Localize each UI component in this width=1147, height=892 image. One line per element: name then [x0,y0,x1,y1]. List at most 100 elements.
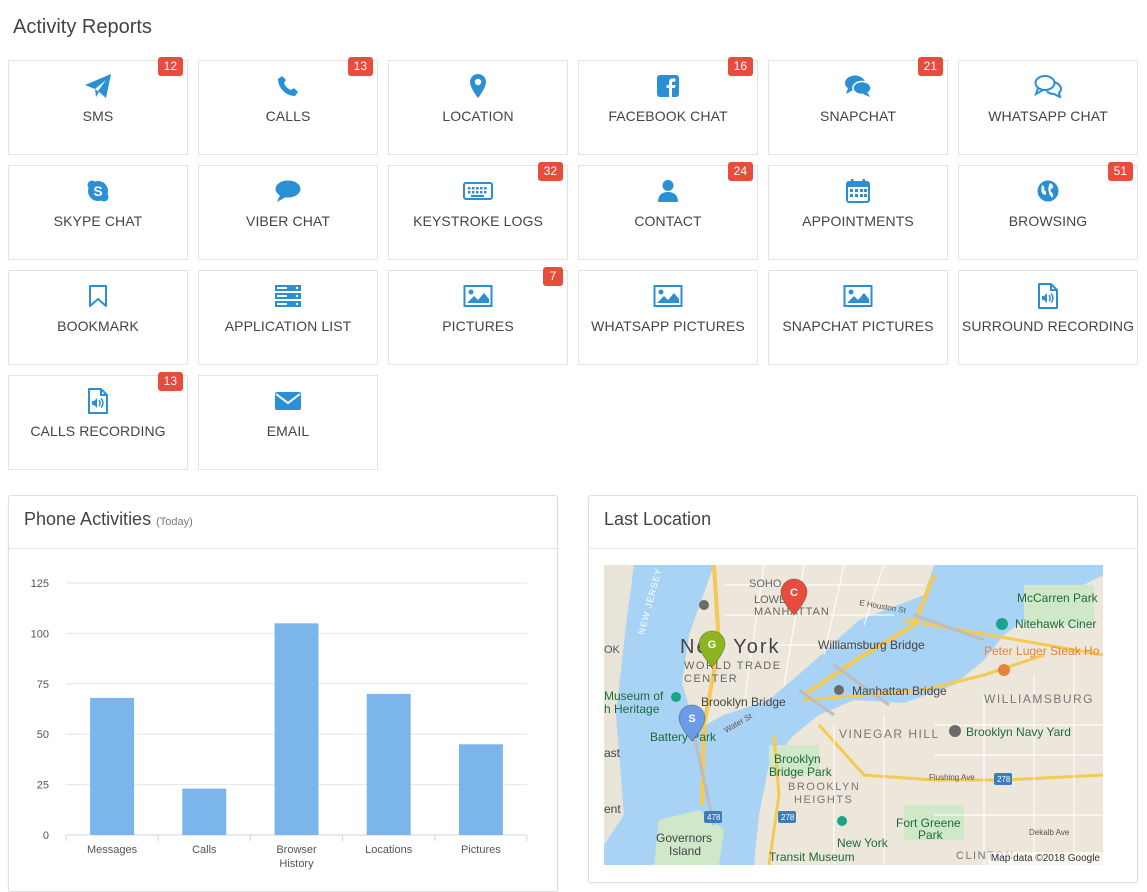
count-badge: 16 [727,57,753,76]
phone-activities-panel: Phone Activities (Today) 0 25 50 75 100 125 Me… [8,495,558,892]
map-label-brooklyn-bridge: Brooklyn Bridge [701,695,786,709]
tile-label: SNAPCHAT [820,108,896,124]
map-marker-icon [389,72,567,100]
tile-skype-chat[interactable]: S SKYPE CHAT [8,165,188,260]
tile-surround-recording[interactable]: SURROUND RECORDING [958,270,1138,365]
tile-label: WHATSAPP CHAT [988,108,1108,124]
count-badge: 24 [727,162,753,181]
map-label-peter-luger: Peter Luger Steak Ho [984,644,1100,658]
map-label-dekalb: Dekalb Ave [1029,828,1070,837]
tile-viber-chat[interactable]: VIBER CHAT [198,165,378,260]
map-label-museum: Museum of [604,689,664,703]
tile-location[interactable]: LOCATION [388,60,568,155]
tile-label: SNAPCHAT PICTURES [782,318,934,334]
bar-messages [90,697,135,835]
x-tick-label: Messages [87,844,138,856]
map-label-bb-park-1: Brooklyn [774,752,821,766]
tile-calls-recording[interactable]: CALLS RECORDING 13 [8,372,188,470]
count-badge: 13 [347,57,373,76]
tile-keystroke-logs[interactable]: KEYSTROKE LOGS 32 [388,162,568,260]
tile-appointments[interactable]: APPOINTMENTS [768,165,948,260]
image-icon [579,282,757,310]
tile-label: LOCATION [442,108,514,124]
tile-label: SURROUND RECORDING [961,318,1135,334]
count-badge: 32 [537,162,563,181]
tile-whatsapp-chat[interactable]: WHATSAPP CHAT [958,60,1138,155]
bar-pictures [458,744,503,835]
map-label-left-ent: ent [604,802,621,816]
map-route-278-b: 278 [997,775,1011,784]
tile-application-list[interactable]: APPLICATION LIST [198,270,378,365]
tile-whatsapp-pictures[interactable]: WHATSAPP PICTURES [578,270,758,365]
tile-label: APPLICATION LIST [224,318,352,334]
tile-label: PICTURES [442,318,514,334]
map-label-williamsburg: WILLIAMSBURG [984,692,1094,706]
tile-snapchat-pictures[interactable]: SNAPCHAT PICTURES [768,270,948,365]
phone-icon [199,72,377,100]
map-label-transit-1: New York [837,836,889,850]
phone-activities-subtitle: (Today) [156,516,193,528]
map-attribution: Map data ©2018 Google [987,852,1103,865]
svg-text:S: S [93,183,102,199]
tile-label: FACEBOOK CHAT [608,108,728,124]
map-label-fort-greene-2: Park [918,828,944,842]
map-label-navy-yard: Brooklyn Navy Yard [966,725,1071,739]
tile-browsing[interactable]: BROWSING 51 [958,162,1138,260]
map-label-transit-2: Transit Museum [769,850,855,864]
phone-activities-title: Phone Activities [24,509,152,529]
audio-file-icon [959,282,1137,310]
map-label-center: CENTER [684,673,738,685]
comment-icon [199,177,377,205]
bookmark-icon [9,282,187,310]
tile-snapchat[interactable]: SNAPCHAT 21 [768,57,948,155]
map-label-nitehawk: Nitehawk Ciner [1015,617,1096,631]
map-label-left-ast: ast [604,746,621,760]
map-label-bk-heights-1: BROOKLYN [788,781,860,793]
image-icon [769,282,947,310]
tile-label: SKYPE CHAT [53,213,143,229]
map-label-flushing: Flushing Ave [929,773,975,782]
y-tick-label: 125 [31,578,49,590]
x-tick-label: Calls [192,844,217,856]
tile-label: VIBER CHAT [246,213,330,229]
map-label-bk-heights-2: HEIGHTS [794,794,853,806]
tile-label: CALLS RECORDING [30,423,166,439]
marker-letter: G [708,639,717,651]
y-tick-label: 25 [37,780,49,792]
tile-pictures[interactable]: PICTURES 7 [388,267,568,365]
count-badge: 21 [917,57,943,76]
last-location-panel: Last Location SOHO LOWER New York WORLD … [588,495,1138,883]
tile-bookmark[interactable]: BOOKMARK [8,270,188,365]
skype-icon: S [9,177,187,205]
bar-calls [182,788,227,835]
tile-label: KEYSTROKE LOGS [413,213,543,229]
y-tick-label: 0 [43,830,49,842]
tile-label: BROWSING [1008,213,1088,229]
count-badge: 13 [157,372,183,391]
location-map[interactable]: SOHO LOWER MANHATTAN New York WORLD TRAD… [604,565,1103,865]
x-tick-label: Browser History [276,844,317,870]
x-tick-label: Locations [365,844,413,856]
map-route-478: 478 [707,813,721,822]
map-label-williamsburg-bridge: Williamsburg Bridge [818,638,925,652]
map-label-soho: SOHO [749,578,782,590]
map-label-governors-1: Governors [656,831,712,845]
count-badge: 12 [157,57,183,76]
map-canvas[interactable]: SOHO LOWER MANHATTAN New York WORLD TRAD… [604,565,1103,865]
x-tick-label: Pictures [461,844,501,856]
audio-file-icon [9,387,187,415]
count-badge: 7 [543,267,563,286]
tile-sms[interactable]: SMS 12 [8,57,188,155]
comments-outline-icon [959,72,1137,100]
user-icon [579,177,757,205]
phone-activities-header: Phone Activities (Today) [9,496,557,549]
map-label-bb-park-2: Bridge Park [769,765,833,779]
bar-locations [366,693,411,835]
tile-contact[interactable]: CONTACT 24 [578,162,758,260]
tile-label: APPOINTMENTS [802,213,914,229]
tile-email[interactable]: EMAIL [198,375,378,470]
y-tick-label: 75 [37,679,49,691]
tile-facebook-chat[interactable]: FACEBOOK CHAT 16 [578,57,758,155]
tile-calls[interactable]: CALLS 13 [198,57,378,155]
phone-activities-chart: 0 25 50 75 100 125 Messages Calls Browser History… [31,578,528,870]
